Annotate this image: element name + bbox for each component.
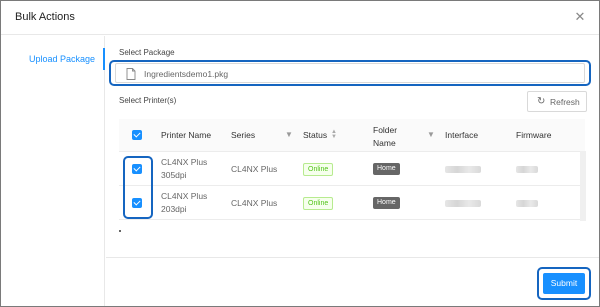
dialog-title: Bulk Actions <box>15 11 75 23</box>
row-checkbox[interactable] <box>132 164 142 174</box>
footer-divider <box>106 257 599 258</box>
printer-resolution: 203dpi <box>161 204 187 214</box>
nav-item-upload-package[interactable]: Upload Package <box>29 54 95 64</box>
dialog-header: Bulk Actions ✕ <box>1 1 599 35</box>
submit-button[interactable]: Submit <box>543 273 585 294</box>
row-checkbox[interactable] <box>132 198 142 208</box>
redacted-firmware <box>516 166 538 173</box>
status-badge: Online <box>303 197 334 210</box>
printers-table: Printer Name Series ▼ Status ▲ ▼ Folder N… <box>119 119 585 221</box>
printer-series: CL4NX Plus <box>231 198 278 208</box>
redacted-interface <box>445 200 481 207</box>
bulk-actions-dialog: Bulk Actions ✕ Upload Package Select Pac… <box>0 0 600 307</box>
redacted-interface <box>445 166 481 173</box>
table-scrollbar[interactable] <box>580 151 586 221</box>
redacted-firmware <box>516 200 538 207</box>
side-nav: Upload Package <box>1 36 105 306</box>
select-printers-label: Select Printer(s) <box>119 96 177 105</box>
col-folder-name: Folder Name <box>373 125 398 148</box>
printer-series: CL4NX Plus <box>231 164 278 174</box>
printer-name: CL4NX Plus <box>161 157 208 167</box>
table-header: Printer Name Series ▼ Status ▲ ▼ Folder N… <box>119 119 585 152</box>
sort-icon[interactable]: ▲ ▼ <box>331 129 337 140</box>
printer-resolution: 305dpi <box>161 170 187 180</box>
col-interface: Interface <box>445 130 479 140</box>
filter-icon[interactable]: ▼ <box>427 130 435 139</box>
table-row[interactable]: CL4NX Plus 305dpi CL4NX Plus Online Home <box>119 152 585 186</box>
file-icon <box>126 68 136 80</box>
select-all-checkbox[interactable] <box>132 130 142 140</box>
folder-badge: Home <box>373 197 400 209</box>
package-select[interactable]: Ingredientsdemo1.pkg <box>115 63 585 83</box>
status-badge: Online <box>303 163 334 176</box>
refresh-label: Refresh <box>550 97 580 107</box>
package-value: Ingredientsdemo1.pkg <box>144 69 229 79</box>
col-firmware: Firmware <box>516 130 552 140</box>
close-icon[interactable]: ✕ <box>573 10 587 24</box>
nav-active-indicator <box>103 48 105 70</box>
table-row[interactable]: CL4NX Plus 203dpi CL4NX Plus Online Home <box>119 186 585 220</box>
col-status: Status <box>303 130 328 140</box>
refresh-button[interactable]: ↻ Refresh <box>527 91 587 112</box>
select-package-label: Select Package <box>119 48 175 57</box>
col-series: Series <box>231 130 256 140</box>
divider-dot <box>119 230 121 232</box>
refresh-icon: ↻ <box>537 96 546 107</box>
printer-name: CL4NX Plus <box>161 191 208 201</box>
filter-icon[interactable]: ▼ <box>285 130 293 139</box>
col-printer-name: Printer Name <box>161 130 212 140</box>
folder-badge: Home <box>373 163 400 175</box>
